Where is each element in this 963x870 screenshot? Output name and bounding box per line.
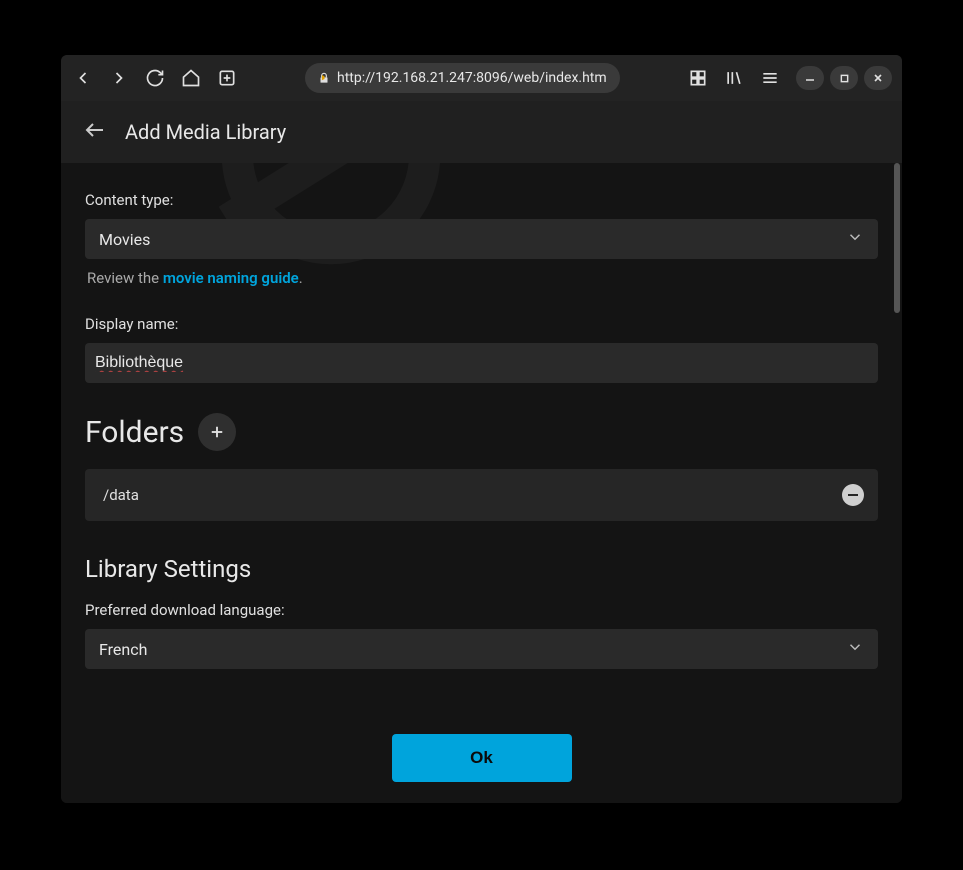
language-value: French (99, 640, 147, 659)
scrollbar-thumb[interactable] (894, 163, 900, 313)
content-type-select[interactable]: Movies (85, 219, 878, 259)
page-header: Add Media Library (61, 101, 902, 163)
library-settings-title: Library Settings (85, 555, 878, 583)
content-type-label: Content type: (85, 191, 878, 209)
folder-row[interactable]: /data (85, 469, 878, 521)
menu-icon[interactable] (758, 66, 782, 90)
nav-forward-icon[interactable] (107, 66, 131, 90)
display-name-input[interactable] (85, 343, 878, 383)
content-type-hint: Review the movie naming guide. (87, 269, 878, 287)
security-warning-icon (317, 71, 331, 85)
url-bar[interactable]: http://192.168.21.247:8096/web/index.htm (305, 63, 620, 93)
back-arrow-icon[interactable] (83, 118, 107, 146)
remove-folder-button[interactable] (842, 484, 864, 506)
display-name-label: Display name: (85, 315, 878, 333)
content-type-value: Movies (99, 230, 150, 249)
reload-icon[interactable] (143, 66, 167, 90)
page-title: Add Media Library (125, 120, 286, 144)
minimize-button[interactable] (796, 66, 824, 90)
folders-title: Folders (85, 415, 184, 450)
close-button[interactable] (864, 66, 892, 90)
new-tab-icon[interactable] (215, 66, 239, 90)
dashboard-icon[interactable] (686, 66, 710, 90)
folder-path: /data (103, 486, 139, 504)
home-icon[interactable] (179, 66, 203, 90)
browser-toolbar: http://192.168.21.247:8096/web/index.htm (61, 55, 902, 101)
chevron-down-icon (846, 228, 864, 250)
add-folder-button[interactable] (198, 413, 236, 451)
language-label: Preferred download language: (85, 601, 878, 619)
naming-guide-link[interactable]: movie naming guide (163, 269, 299, 287)
footer: Ok (61, 713, 902, 803)
library-icon[interactable] (722, 66, 746, 90)
content-area: Content type: Movies Review the movie na… (61, 163, 902, 713)
chevron-down-icon (846, 638, 864, 660)
ok-button[interactable]: Ok (392, 734, 572, 782)
nav-back-icon[interactable] (71, 66, 95, 90)
url-text: http://192.168.21.247:8096/web/index.htm (337, 70, 607, 86)
language-select[interactable]: French (85, 629, 878, 669)
maximize-button[interactable] (830, 66, 858, 90)
app-window: http://192.168.21.247:8096/web/index.htm (61, 55, 902, 803)
